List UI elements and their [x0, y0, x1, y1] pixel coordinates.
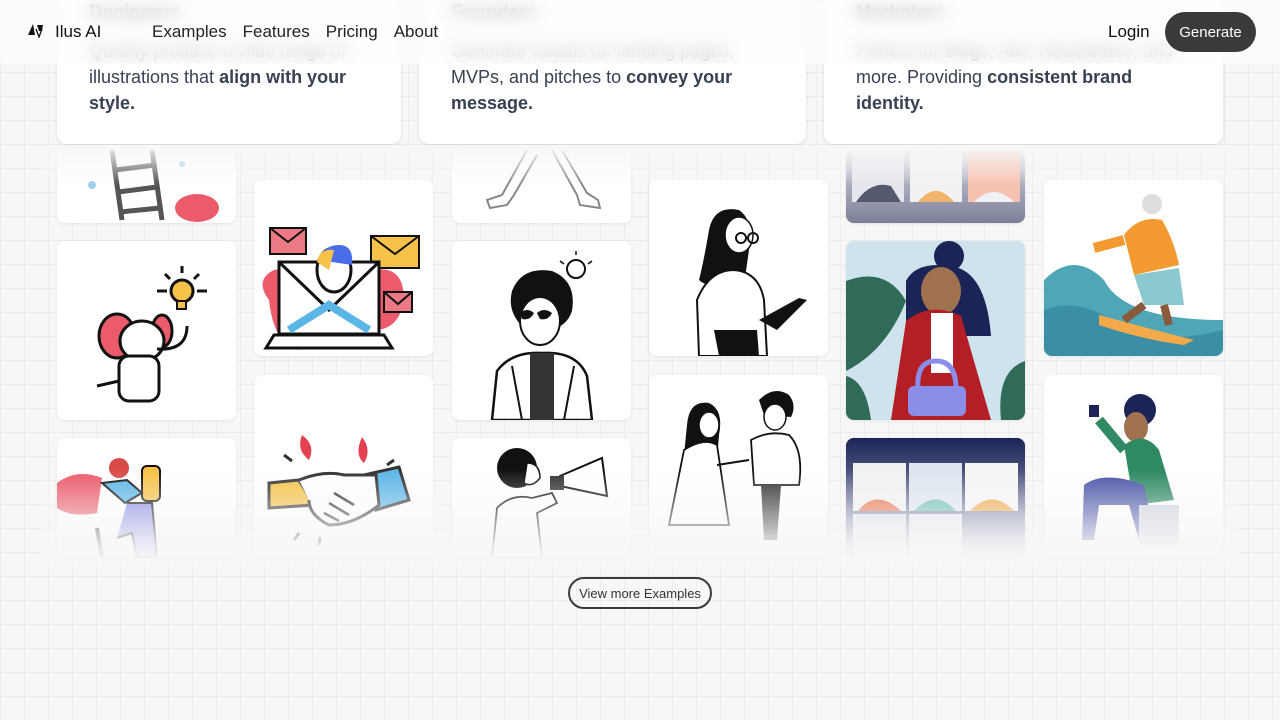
gallery-bottom-fade: [40, 470, 1240, 565]
woman-red-coat-illustration: [846, 241, 1025, 420]
elephant-illustration: [96, 266, 207, 403]
brand-logo[interactable]: Ilus AI: [27, 20, 101, 43]
gallery-image[interactable]: [254, 180, 433, 356]
login-link[interactable]: Login: [1108, 22, 1150, 42]
gallery-image[interactable]: [1044, 180, 1223, 356]
nav-link-pricing[interactable]: Pricing: [326, 22, 378, 42]
view-more-examples-button[interactable]: View more Examples: [568, 577, 712, 609]
nav-link-features[interactable]: Features: [243, 22, 310, 42]
nav-link-about[interactable]: About: [394, 22, 438, 42]
woman-laptop-sketch: [695, 209, 807, 356]
email-laptop-illustration: [262, 227, 420, 350]
nav-links: Examples Features Pricing About: [152, 22, 438, 42]
gallery-image[interactable]: [846, 241, 1025, 420]
gallery-top-fade: [40, 145, 1240, 185]
gallery-image[interactable]: [452, 241, 631, 420]
gallery-image[interactable]: [649, 180, 828, 356]
sunglasses-person-sketch: [490, 251, 594, 420]
nav-link-examples[interactable]: Examples: [152, 22, 227, 42]
generate-button[interactable]: Generate: [1165, 12, 1256, 52]
surfer-illustration: [1044, 194, 1223, 356]
brand-name: Ilus AI: [55, 21, 102, 41]
gallery-image[interactable]: [57, 241, 236, 420]
ilus-logo-icon: [27, 20, 45, 43]
